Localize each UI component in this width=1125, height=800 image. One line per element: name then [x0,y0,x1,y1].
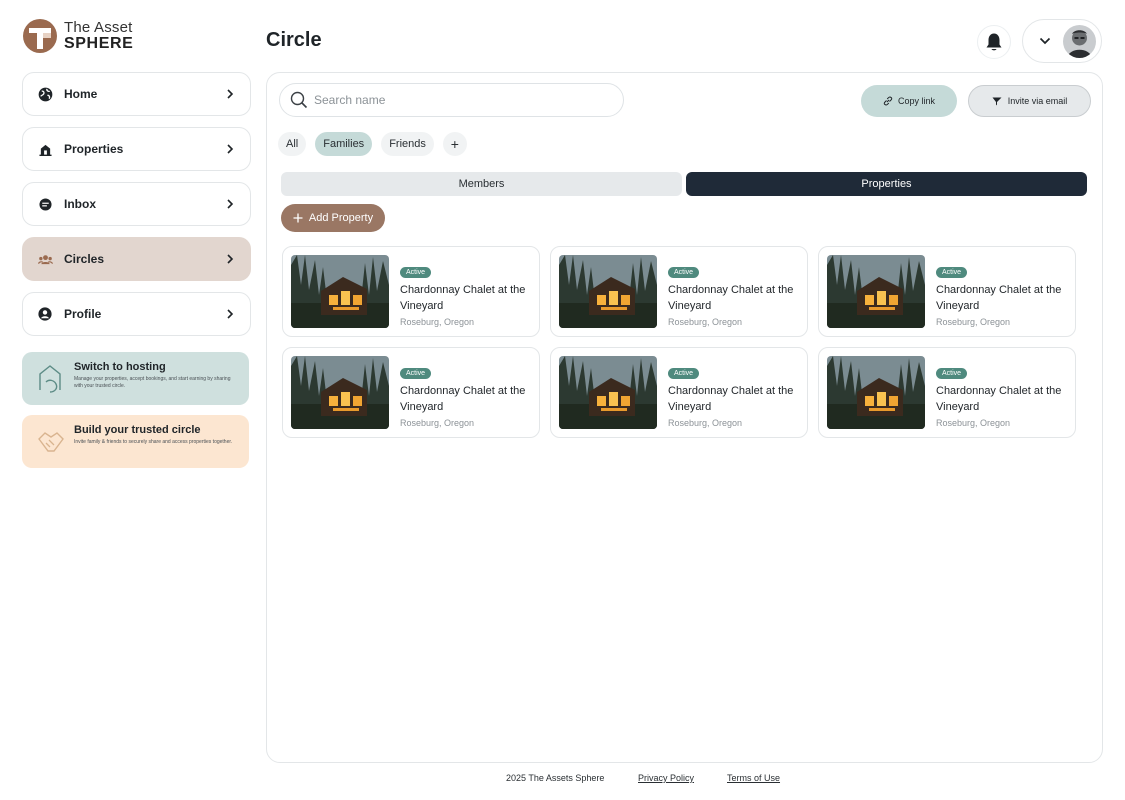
promo-description: Manage your properties, accept bookings,… [74,376,231,389]
search-icon [290,91,308,109]
avatar [1063,25,1096,58]
bell-icon [986,33,1002,51]
property-title: Chardonnay Chalet at the Vineyard [668,385,794,413]
filter-chip-all[interactable]: All [278,132,307,156]
add-filter-button[interactable]: + [442,132,467,156]
sidebar-item-home[interactable]: Home [22,72,251,116]
brand-name-line2: SPHERE [64,35,134,52]
build-trusted-circle-card[interactable]: Build your trusted circle Invite family … [22,415,249,468]
property-card[interactable]: Active Chardonnay Chalet at the Vineyard… [550,246,808,337]
status-badge: Active [400,267,432,278]
sidebar-item-label: Profile [64,307,102,321]
status-badge: Active [936,368,968,379]
globe-icon [37,86,53,102]
sidebar-item-label: Inbox [64,197,96,211]
property-grid: Active Chardonnay Chalet at the Vineyard… [282,246,1076,438]
property-title: Chardonnay Chalet at the Vineyard [936,385,1062,413]
building-icon [37,141,53,157]
property-card[interactable]: Active Chardonnay Chalet at the Vineyard… [818,246,1076,337]
privacy-policy-link[interactable]: Privacy Policy [638,773,694,783]
property-card[interactable]: Active Chardonnay Chalet at the Vineyard… [282,347,540,438]
handshake-icon [38,432,64,452]
sidebar-nav: Home Properties Inbox Circles Profile [22,72,251,347]
add-property-label: Add Property [308,212,374,224]
property-title: Chardonnay Chalet at the Vineyard [400,284,526,312]
status-badge: Active [668,368,700,379]
property-thumbnail [291,356,389,429]
invite-label: Invite via email [1007,96,1068,106]
copy-link-button[interactable]: Copy link [861,85,957,117]
add-property-button[interactable]: Add Property [281,204,385,232]
property-location: Roseburg, Oregon [668,418,743,428]
brand-name-line1: The Asset [64,19,133,36]
view-tabs: Members Properties [281,172,1087,196]
promo-title: Build your trusted circle [74,424,201,436]
filter-chip-friends[interactable]: Friends [381,132,434,156]
chevron-right-icon [227,89,234,99]
property-location: Roseburg, Oregon [936,418,1011,428]
brand-logo[interactable]: The Asset SPHERE [22,18,133,54]
footer-copyright: 2025 The Assets Sphere [506,773,605,783]
sidebar-item-profile[interactable]: Profile [22,292,251,336]
page-title: Circle [266,29,322,51]
property-thumbnail [559,255,657,328]
property-title: Chardonnay Chalet at the Vineyard [936,284,1062,312]
sidebar-item-inbox[interactable]: Inbox [22,182,251,226]
link-icon [883,96,893,106]
chevron-right-icon [227,199,234,209]
sidebar-item-label: Home [64,87,98,101]
notifications-button[interactable] [977,25,1011,59]
tab-members[interactable]: Members [281,172,682,196]
user-icon [37,306,53,322]
property-thumbnail [827,255,925,328]
chevron-right-icon [227,309,234,319]
people-icon [37,251,53,267]
chevron-down-icon [1039,37,1051,45]
circle-filter-chips: All Families Friends + [278,132,467,156]
sidebar-item-properties[interactable]: Properties [22,127,251,171]
message-icon [37,196,53,212]
property-location: Roseburg, Oregon [400,418,475,428]
property-location: Roseburg, Oregon [400,317,475,327]
plus-icon [293,213,303,223]
filter-chip-families[interactable]: Families [315,132,373,156]
sidebar-item-circles[interactable]: Circles [22,237,251,281]
chevron-right-icon [227,254,234,264]
search-input[interactable] [314,93,604,107]
logo-mark-icon [23,19,57,53]
status-badge: Active [668,267,700,278]
property-location: Roseburg, Oregon [668,317,743,327]
property-card[interactable]: Active Chardonnay Chalet at the Vineyard… [550,347,808,438]
property-location: Roseburg, Oregon [936,317,1011,327]
user-menu[interactable] [1022,19,1102,63]
property-title: Chardonnay Chalet at the Vineyard [400,385,526,413]
house-hand-icon [39,365,61,393]
terms-of-use-link[interactable]: Terms of Use [727,773,780,783]
property-thumbnail [559,356,657,429]
send-icon [992,97,1002,105]
promo-title: Switch to hosting [74,361,166,373]
property-card[interactable]: Active Chardonnay Chalet at the Vineyard… [818,347,1076,438]
status-badge: Active [400,368,432,379]
copy-link-label: Copy link [897,96,935,106]
property-card[interactable]: Active Chardonnay Chalet at the Vineyard… [282,246,540,337]
invite-via-email-button[interactable]: Invite via email [968,85,1091,117]
search-box[interactable] [279,83,624,117]
status-badge: Active [936,267,968,278]
property-title: Chardonnay Chalet at the Vineyard [668,284,794,312]
property-thumbnail [827,356,925,429]
tab-properties[interactable]: Properties [686,172,1087,196]
sidebar-item-label: Properties [64,142,124,156]
chevron-right-icon [227,144,234,154]
sidebar-item-label: Circles [64,252,105,266]
switch-to-hosting-card[interactable]: Switch to hosting Manage your properties… [22,352,249,405]
main-panel: Copy link Invite via email All Families … [266,72,1103,763]
promo-description: Invite family & friends to securely shar… [74,439,233,445]
property-thumbnail [291,255,389,328]
